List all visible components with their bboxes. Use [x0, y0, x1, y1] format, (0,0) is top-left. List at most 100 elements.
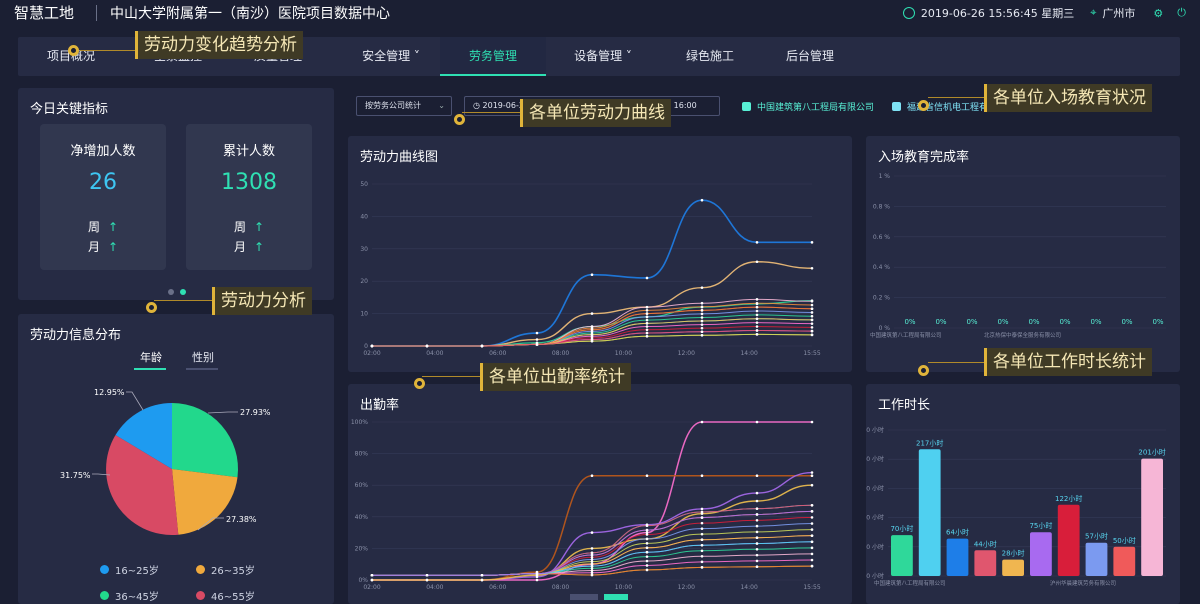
bar-value-label: 0%: [904, 318, 915, 326]
nav-item-green[interactable]: 绿色施工: [658, 37, 762, 76]
workforce-line-chart: 0 10 20 30 40 50 02:00 04:00 06:00 08:00 10:00 12:0…: [360, 181, 820, 357]
data-point: [590, 569, 594, 572]
data-point: [645, 528, 649, 532]
data-point: [755, 536, 759, 539]
scroll-handle-active[interactable]: [604, 594, 628, 600]
data-point: [755, 559, 759, 563]
legend-label: 16~25岁: [115, 566, 159, 577]
nav-item-admin[interactable]: 后台管理: [758, 37, 862, 76]
data-point: [700, 510, 704, 514]
age-pie-chart: 27.93% 27.38% 31.75% 12.95%: [60, 388, 271, 535]
data-point: [700, 543, 704, 547]
x-tick-label: 06:00: [489, 350, 506, 357]
x-tick-label: 04:00: [426, 584, 443, 591]
data-point: [645, 318, 649, 322]
y-tick-label: 150 小时: [866, 484, 884, 492]
callout-line: [422, 376, 482, 377]
data-point: [480, 578, 484, 582]
tab-age[interactable]: 年龄: [140, 349, 162, 365]
location-icon: ⌖: [1090, 6, 1097, 19]
company-select[interactable]: 按劳务公司统计 ⌄: [356, 96, 452, 116]
x-tick-label: 04:00: [426, 350, 443, 357]
data-point: [810, 471, 814, 474]
data-point: [700, 516, 704, 519]
pie-label: 27.93%: [240, 408, 271, 417]
legend-dot: [100, 565, 109, 574]
data-point: [810, 329, 814, 333]
tab-gender[interactable]: 性别: [192, 349, 214, 365]
y-tick-label: 10: [360, 311, 368, 318]
bar-value-label: 64小时: [946, 528, 969, 537]
callout-line: [80, 50, 136, 51]
data-point: [645, 276, 649, 280]
bar-value-label: 0%: [997, 318, 1008, 326]
bar: [1057, 504, 1080, 576]
data-point: [370, 578, 374, 582]
callout-labor-trend: 劳动力变化趋势分析: [135, 31, 303, 59]
legend-label: 中国建筑第八工程局有限公司: [757, 103, 875, 113]
y-tick-label: 100 小时: [866, 514, 884, 522]
data-point: [590, 531, 594, 534]
month-label: 月: [87, 240, 100, 254]
kpi-card-net: 净增加人数 26 周 ↑ 月 ↑: [40, 124, 166, 270]
x-tick-label: 14:00: [740, 584, 757, 591]
y-tick-label: 20%: [355, 545, 369, 552]
carousel-dot-active[interactable]: [180, 289, 186, 295]
data-point: [370, 573, 374, 577]
data-point: [755, 241, 759, 244]
data-point: [590, 312, 594, 315]
nav-item-safety[interactable]: 安全管理 ˅: [336, 37, 446, 76]
brand-title: 智慧工地: [14, 4, 75, 22]
datetime: 2019-06-26 15:56:45 星期三: [920, 7, 1075, 20]
data-point: [590, 553, 594, 557]
legend-label: 26~35岁: [211, 566, 255, 577]
power-icon[interactable]: ⏻: [1177, 6, 1186, 20]
pie-label: 27.38%: [226, 515, 257, 524]
data-point: [810, 420, 814, 424]
nav-item-overview[interactable]: 项目概况: [26, 37, 116, 76]
data-point: [810, 241, 814, 244]
scroll-handle[interactable]: [570, 594, 598, 600]
nav-item-equipment[interactable]: 设备管理 ˅: [548, 37, 658, 76]
bar-value-label: 70小时: [890, 524, 913, 533]
y-tick-label: 50: [360, 181, 368, 188]
data-point: [810, 503, 814, 507]
data-point: [590, 567, 594, 570]
x-tick-label: 14:00: [740, 350, 757, 357]
arrow-up-icon: ↑: [107, 240, 119, 254]
data-point: [480, 344, 484, 348]
bar: [1030, 532, 1052, 576]
week-label: 周: [87, 220, 100, 234]
x-tick-label: 中国建筑第八工程局有限公司: [874, 579, 946, 587]
data-point: [755, 325, 759, 328]
header-status: 2019-06-26 15:56:45 星期三 ⌖ 广州市 ⚙ ⏻: [902, 5, 1186, 21]
data-point: [755, 507, 759, 510]
bar-value-label: 75小时: [1029, 521, 1052, 530]
data-point: [700, 286, 704, 289]
data-point: [480, 573, 484, 577]
bar: [1113, 546, 1136, 576]
arrow-up-icon: ↑: [253, 240, 265, 254]
gear-icon[interactable]: ⚙: [1153, 7, 1163, 20]
clock-icon: [902, 7, 915, 19]
y-tick-label: 60%: [355, 482, 369, 489]
bar-value-label: 0%: [1152, 318, 1163, 326]
data-point: [590, 273, 594, 277]
data-point: [755, 420, 759, 424]
data-point: [425, 344, 429, 348]
carousel-dot[interactable]: [168, 289, 174, 295]
data-point: [590, 338, 594, 341]
x-tick-label: 沪州华晨建筑劳务有限公司: [1050, 579, 1116, 587]
x-tick-label: 08:00: [552, 350, 569, 357]
data-point: [700, 309, 704, 312]
y-tick-label: 80%: [355, 451, 369, 458]
data-point: [590, 564, 594, 568]
header-divider: [96, 5, 97, 21]
nav-item-labor[interactable]: 劳务管理: [440, 37, 546, 76]
y-tick-label: 30: [360, 246, 368, 253]
data-point: [590, 328, 594, 332]
data-point: [700, 312, 704, 316]
data-point: [645, 309, 649, 312]
x-tick-label: 15:55: [803, 350, 820, 357]
data-point: [755, 530, 759, 534]
